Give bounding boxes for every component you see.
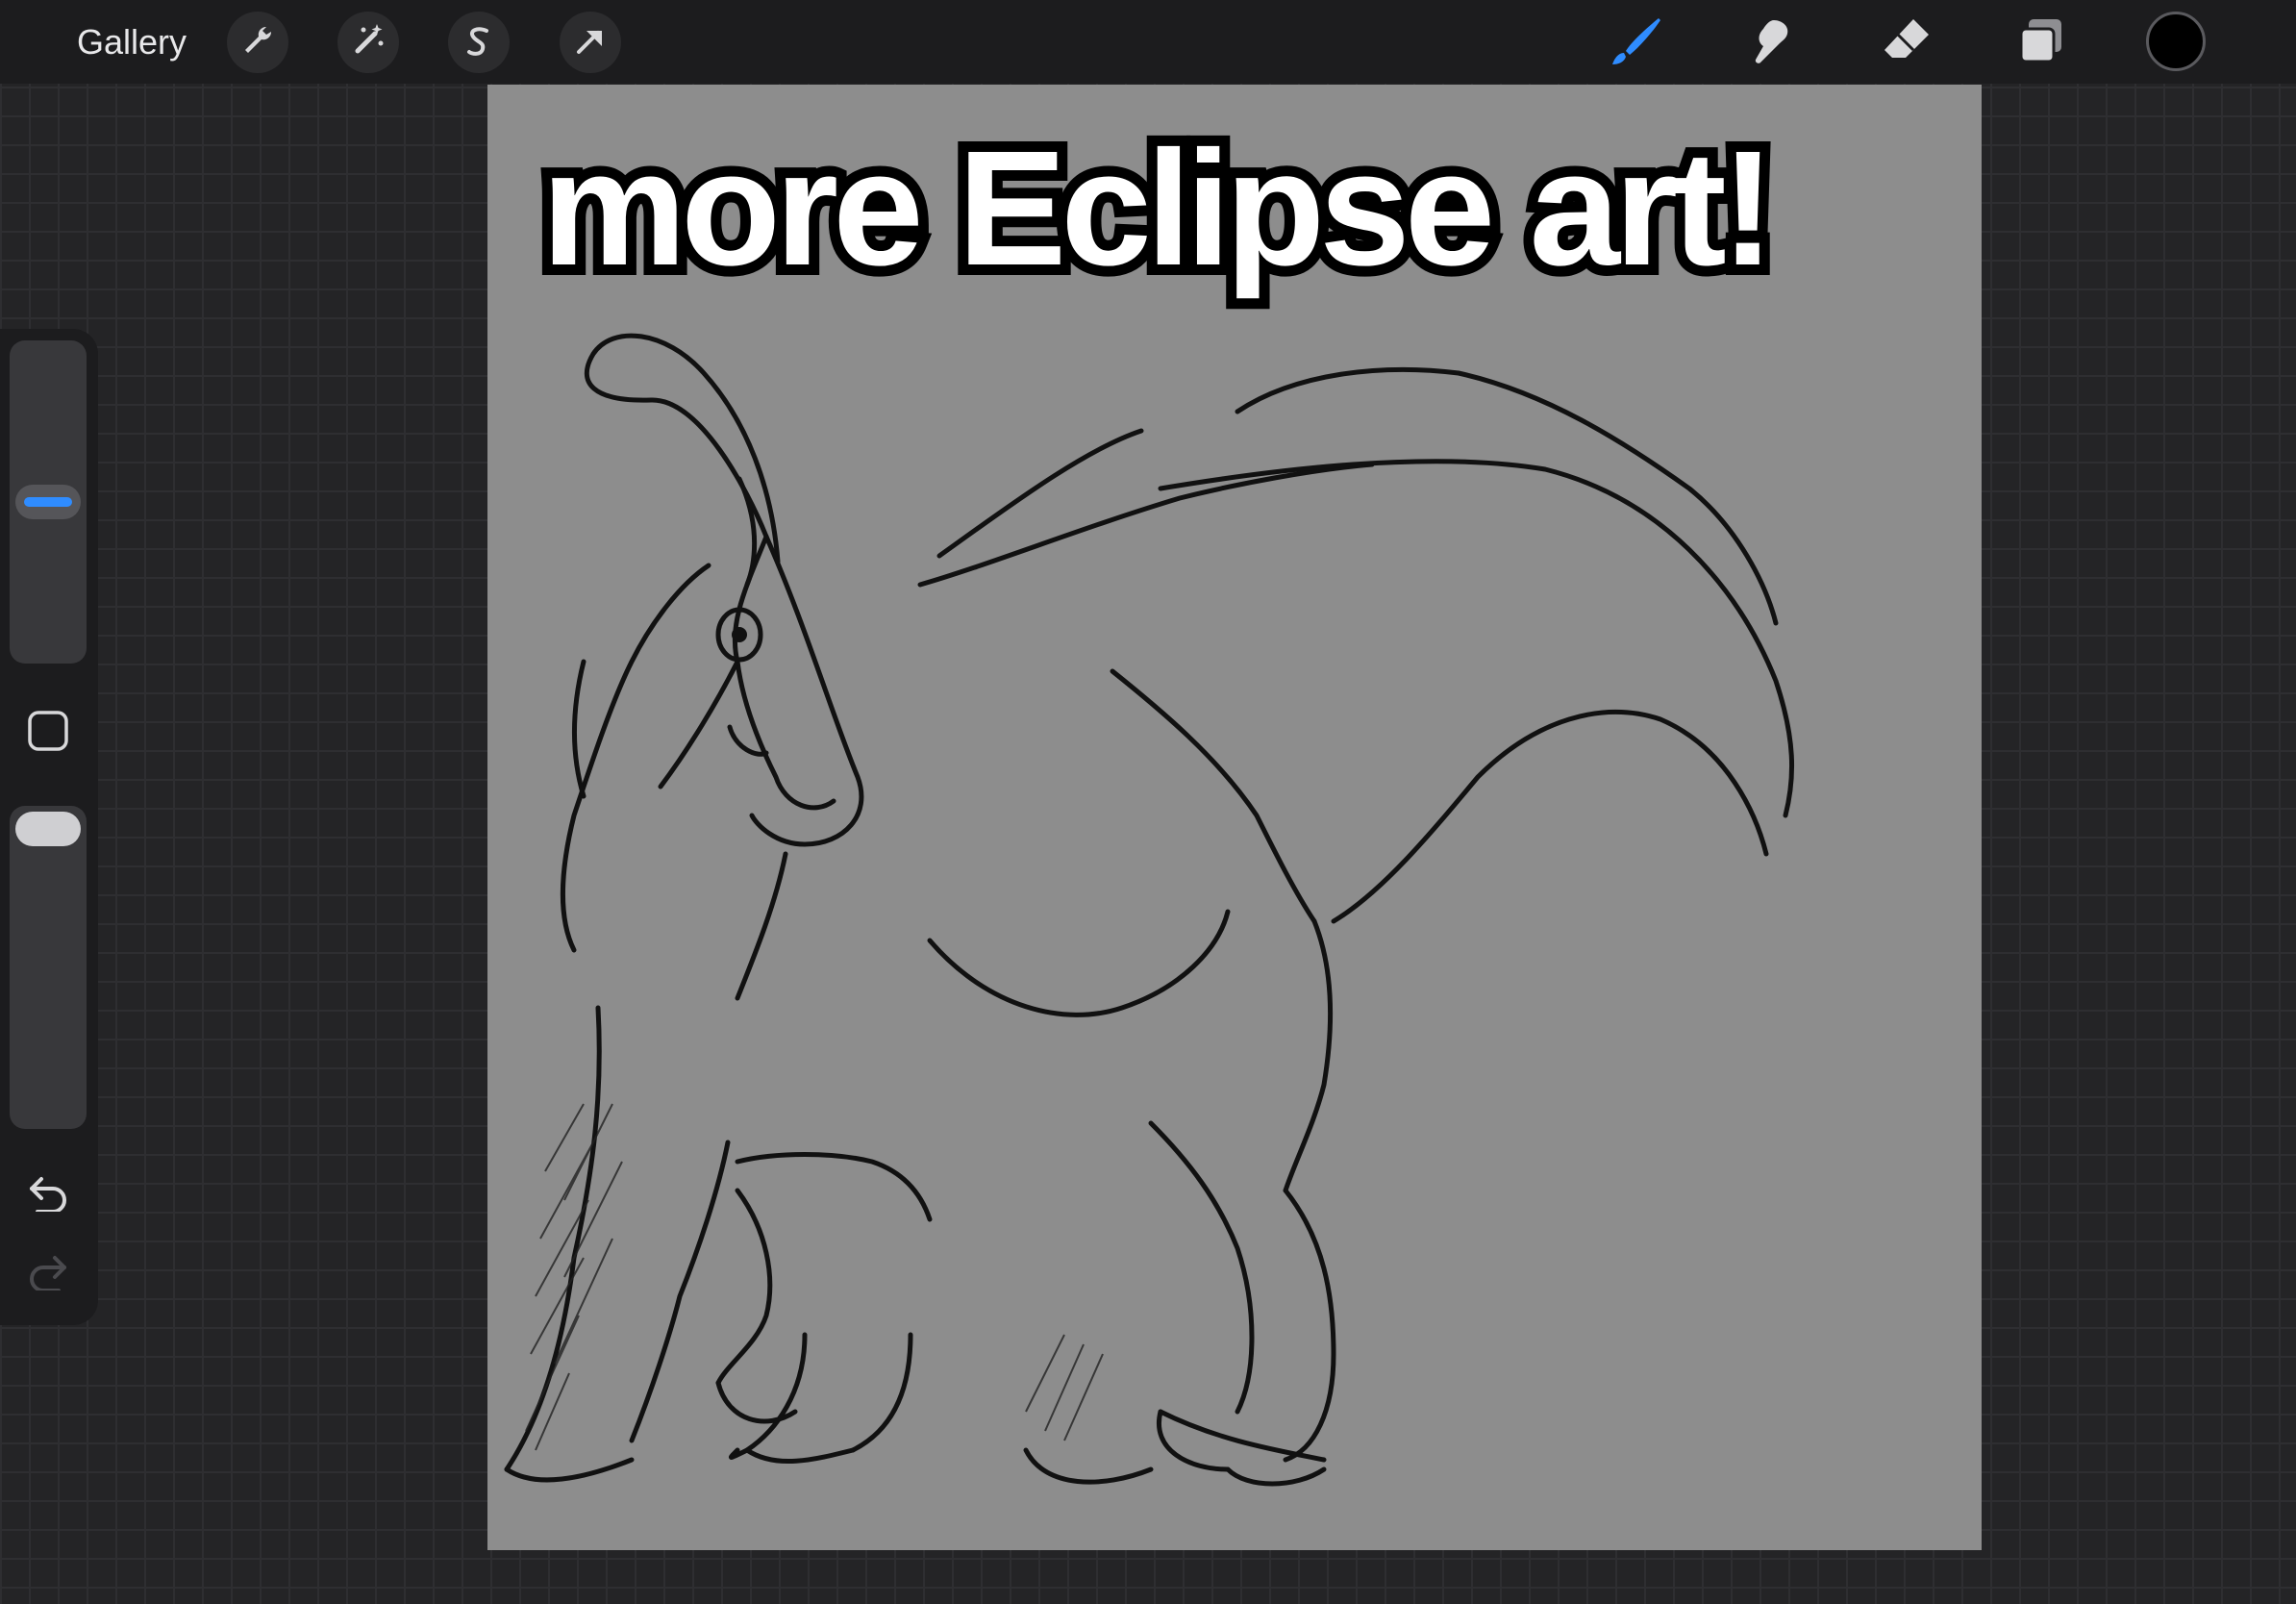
opacity-slider[interactable] bbox=[10, 806, 87, 1129]
canvas-caption: more Eclipse art! bbox=[531, 109, 1785, 310]
sidebar bbox=[0, 329, 98, 1325]
selection-button[interactable] bbox=[448, 12, 510, 73]
actions-button[interactable] bbox=[227, 12, 288, 73]
adjustments-button[interactable] bbox=[337, 12, 399, 73]
brush-size-thumb[interactable] bbox=[15, 485, 81, 519]
redo-button[interactable] bbox=[23, 1250, 73, 1296]
transform-button[interactable] bbox=[560, 12, 621, 73]
magic-wand-icon bbox=[350, 22, 387, 63]
layers-tool[interactable] bbox=[2011, 13, 2071, 73]
layers-icon bbox=[2015, 15, 2067, 72]
wrench-icon bbox=[240, 23, 275, 63]
brush-icon bbox=[1609, 13, 1666, 75]
gallery-button[interactable]: Gallery bbox=[77, 19, 187, 65]
eraser-icon bbox=[1879, 13, 1934, 74]
modify-square-icon bbox=[27, 710, 69, 757]
modify-button[interactable] bbox=[27, 710, 69, 757]
undo-button[interactable] bbox=[23, 1171, 73, 1217]
eraser-tool[interactable] bbox=[1877, 13, 1936, 73]
selection-icon bbox=[462, 23, 496, 63]
smudge-tool[interactable] bbox=[1742, 13, 1802, 73]
dinosaur-sketch bbox=[504, 333, 1795, 1487]
redo-icon bbox=[26, 1252, 70, 1295]
drawing-canvas[interactable]: more Eclipse art! bbox=[487, 85, 1982, 1550]
eye-pupil bbox=[732, 627, 747, 642]
opacity-thumb[interactable] bbox=[15, 812, 81, 846]
brush-size-slider[interactable] bbox=[10, 340, 87, 664]
brush-tool[interactable] bbox=[1608, 13, 1667, 73]
top-toolbar: Gallery bbox=[0, 0, 2296, 84]
smudge-icon bbox=[1745, 14, 1799, 73]
color-swatch-button[interactable] bbox=[2146, 12, 2206, 71]
undo-icon bbox=[26, 1173, 70, 1216]
transform-arrow-icon bbox=[573, 23, 608, 63]
